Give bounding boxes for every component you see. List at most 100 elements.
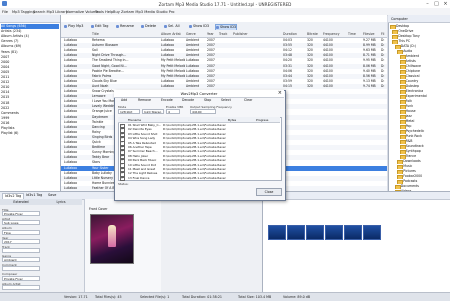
- folder-label: Artists: [405, 59, 416, 63]
- col-title[interactable]: Title: [92, 32, 99, 36]
- preview-panel: [262, 192, 450, 292]
- tab-lyrics[interactable]: Lyrics: [41, 200, 81, 205]
- converter-remove-button[interactable]: Remove: [134, 98, 151, 103]
- folder-label: Funk: [405, 104, 414, 108]
- converter-row-path: D:\Audio\Chiptune\LVM-1.en\Fuckaba Raver…: [163, 175, 227, 180]
- converter-col-bytes[interactable]: Bytes: [228, 118, 236, 122]
- converter-decode-button[interactable]: Decode: [178, 98, 194, 103]
- folder-label: Downloads: [403, 159, 421, 163]
- folder-label: Trance: [405, 154, 417, 158]
- menu-tools[interactable]: Tools: [95, 10, 104, 14]
- col-year[interactable]: Year: [207, 32, 214, 36]
- status-selected: Selected File(s): 1: [140, 295, 170, 299]
- converter-col-progress[interactable]: Progress: [256, 118, 268, 122]
- preview-thumbnail[interactable]: [363, 225, 381, 240]
- col-filename[interactable]: Fil: [381, 32, 384, 36]
- tag-field-input[interactable]: [2, 284, 40, 290]
- tab-id3v1[interactable]: Id3v1 Tag: [24, 193, 44, 198]
- converter-add-button[interactable]: Add: [117, 98, 127, 103]
- preview-thumbnail[interactable]: [287, 225, 305, 240]
- col-filesize[interactable]: Filesize: [363, 32, 375, 36]
- table-header: Title Album Artist Genre Year Track Publ…: [61, 30, 387, 38]
- preview-thumbnail[interactable]: [344, 225, 362, 240]
- status-duration: Total Duration: 01:38:21: [182, 295, 223, 299]
- status-size: Total Size: 103.4 MB: [238, 295, 272, 299]
- tab-save[interactable]: Save: [46, 193, 58, 198]
- tag-field-input[interactable]: Private Flyer: [2, 211, 40, 217]
- folder-label: This PC: [398, 39, 411, 43]
- tag-field-input[interactable]: Private Flyer: [2, 275, 40, 281]
- converter-col-filename[interactable]: Filename: [128, 118, 141, 122]
- tab-extended[interactable]: Extended: [1, 200, 41, 205]
- tag-field-input[interactable]: [2, 266, 40, 272]
- converter-stop-button[interactable]: Stop: [200, 98, 211, 103]
- menu-search[interactable]: Search Mp3 Library: [33, 10, 68, 14]
- folder-label: House: [405, 109, 416, 113]
- converter-clear-button[interactable]: Clear: [240, 98, 252, 103]
- col-album-artist[interactable]: Album Artist: [161, 32, 181, 36]
- col-genre[interactable]: Genre: [186, 32, 196, 36]
- tag-field-input[interactable]: [2, 248, 40, 253]
- col-publisher[interactable]: Publisher: [233, 32, 248, 36]
- converter-bitrate-select[interactable]: 128 kbit: [118, 109, 140, 114]
- col-bitrate[interactable]: Bitrate: [307, 32, 318, 36]
- folder-label: Folk: [405, 99, 412, 103]
- maximize-icon[interactable]: □: [432, 0, 441, 8]
- col-time[interactable]: Time: [348, 32, 356, 36]
- tag-field-input[interactable]: 2017: [2, 238, 40, 244]
- delete-button[interactable]: Delete: [141, 24, 156, 29]
- converter-row[interactable]: ✓ 13 Final Dance D:\Audio\Chiptune\LVM-1.e…: [119, 175, 279, 182]
- col-frequency[interactable]: Frequency: [323, 32, 339, 36]
- col-track[interactable]: Track: [219, 32, 227, 36]
- tag-field-input[interactable]: Sub Lowe: [2, 220, 40, 226]
- folder-label: OneDrive: [398, 29, 414, 33]
- play-button[interactable]: Play Mp3: [64, 24, 83, 29]
- folder-label: R&B: [405, 139, 413, 143]
- folder-label: Ambient: [405, 54, 420, 58]
- tag-field-input[interactable]: Flow: [2, 229, 40, 235]
- window-title: Zortam Mp3 Media Studio 17.71 - Untitled…: [158, 2, 292, 7]
- folder-label: Desktop Tony: [398, 34, 420, 38]
- converter-status-label: Status:: [118, 182, 129, 186]
- folder-label: Dubstep: [405, 84, 419, 88]
- library-item[interactable]: Playlist (6): [1, 131, 59, 136]
- folder-label: Audio: [403, 49, 413, 53]
- show-id3-button[interactable]: Show ID3: [189, 24, 209, 29]
- close-icon[interactable]: ×: [441, 0, 450, 8]
- minimize-icon[interactable]: –: [423, 0, 432, 8]
- folder-label: Soundtrack: [405, 144, 424, 148]
- folder-label: Country: [405, 79, 419, 83]
- status-volume: Volume: 89.0 dB: [283, 295, 311, 299]
- preview-thumbnail[interactable]: [306, 225, 324, 240]
- tag-field-input[interactable]: Ambient: [2, 257, 40, 263]
- folder-label: Electronica: [405, 89, 424, 93]
- folder-label: Music: [403, 164, 413, 168]
- rename-button[interactable]: Rename: [116, 24, 134, 29]
- preview-toolbar: [262, 192, 450, 200]
- folder-label: Experimental: [405, 94, 427, 98]
- converter-stereo-select[interactable]: Joint Stereo: [142, 109, 164, 114]
- preview-thumbnail[interactable]: [325, 225, 343, 240]
- status-total-files: Total Files(s): 45: [95, 295, 122, 299]
- preview-thumbnail[interactable]: [268, 225, 286, 240]
- converter-freq-select[interactable]: 44100: [190, 109, 216, 114]
- edit-tag-button[interactable]: Edit Tag: [91, 24, 108, 29]
- converter-close-button[interactable]: Close: [256, 188, 282, 196]
- converter-row-checkbox[interactable]: ✓: [120, 176, 125, 182]
- menu-buy[interactable]: Buy Zortam Mp3 Media Studio Pro: [113, 10, 174, 14]
- library-header: [0, 15, 60, 23]
- select-all-button[interactable]: Sel. All: [164, 24, 180, 29]
- menu-file[interactable]: File: [2, 10, 8, 14]
- folder-label: Psychedelic: [405, 129, 425, 133]
- folder-label: Punk Rock: [405, 134, 422, 138]
- col-duration[interactable]: Duration: [283, 32, 297, 36]
- converter-vbr-select[interactable]: 4: [166, 109, 180, 114]
- converter-encode-button[interactable]: Encode: [157, 98, 173, 103]
- converter-select-button[interactable]: Select: [217, 98, 231, 103]
- folder-label: Synthpop: [405, 149, 421, 153]
- converter-close-icon[interactable]: ×: [278, 90, 282, 97]
- menu-mp3-tagging[interactable]: Mp3 Tagging: [12, 10, 35, 14]
- menu-help[interactable]: Help: [105, 10, 113, 14]
- converter-title: Wav2Mp3 Converter: [180, 91, 218, 96]
- menu-normalize[interactable]: Normalize Volume: [66, 10, 99, 14]
